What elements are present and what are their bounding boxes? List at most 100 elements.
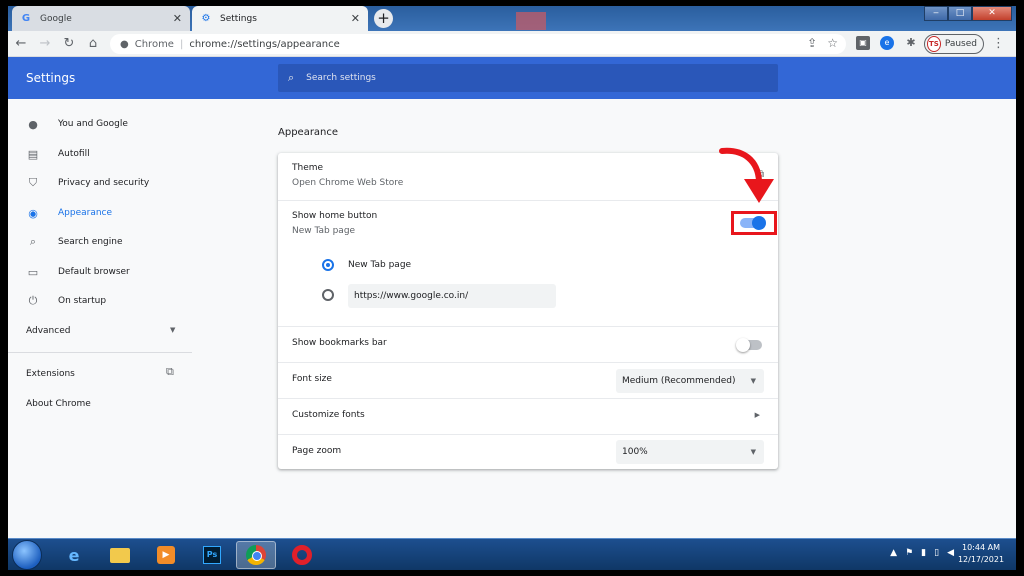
window-controls: ‒ □ ✕ [924,6,1012,22]
avatar: TS [927,36,941,52]
sidebar-item-label: Appearance [58,208,113,218]
sidebar-divider [8,352,192,353]
folder-icon [110,547,130,563]
forward-arrow-icon[interactable]: → [34,36,56,51]
font-size-label: Font size [292,374,332,384]
chevron-right-icon: ▶ [754,411,760,419]
chrome-site-icon: ● [120,38,129,50]
new-tab-radio-label[interactable]: New Tab page [348,260,411,270]
windows-taskbar: e ▶ Ps ▲ ⚑ ▮ ▯ ◀ 10:44 AM 12/17/2021 [8,538,1016,570]
settings-header: Settings ⌕ [8,57,1016,99]
font-size-row: Font size Medium (Recommended) ▼ [278,362,778,398]
sidebar-item-label: On startup [58,296,107,306]
sidebar-item-search-engine[interactable]: ⌕ Search engine [8,229,200,255]
url-text: chrome://settings/appearance [189,38,340,50]
new-tab-radio[interactable] [322,259,334,271]
appearance-card: Theme Open Chrome Web Store ⧉ Show home … [278,147,778,469]
battery-icon[interactable]: ▯ [934,548,939,558]
settings-content: ● You and Google ▤ Autofill ⛉ Privacy an… [8,99,1016,538]
sidebar-item-on-startup[interactable]: ⏻ On startup [8,288,200,314]
close-tab-icon[interactable]: ✕ [173,12,182,25]
sidebar-item-label: Default browser [58,267,130,277]
search-icon: ⌕ [288,71,295,84]
profile-status: Paused [944,39,977,49]
bookmarks-bar-toggle[interactable] [736,338,762,352]
tab-settings[interactable]: ⚙ Settings ✕ [192,6,368,31]
new-tab-button[interactable]: + [374,9,393,28]
google-g-icon: G [21,13,31,24]
taskbar-opera[interactable] [282,541,322,569]
sidebar-about-chrome[interactable]: About Chrome [26,399,91,409]
blue-extension-icon[interactable]: e [880,36,894,50]
sidebar-item-default-browser[interactable]: ▭ Default browser [8,259,200,285]
search-bar[interactable]: ⌕ [278,64,778,92]
taskbar-file-explorer[interactable] [100,541,140,569]
theme-label: Theme [292,163,324,173]
theme-sub: Open Chrome Web Store [292,178,404,188]
profile-button[interactable]: TS Paused [924,34,984,54]
sidebar-item-appearance[interactable]: ◉ Appearance [8,200,200,226]
red-arrow-annotation [719,147,774,203]
screenshot-extension-icon[interactable]: ▣ [856,36,870,50]
page-zoom-select[interactable]: 100% ▼ [616,440,764,464]
start-button[interactable] [12,540,42,570]
network-icon[interactable]: ▮ [921,548,926,558]
customize-fonts-row[interactable]: Customize fonts ▶ [278,398,778,434]
font-size-value: Medium (Recommended) [622,376,736,386]
close-tab-icon[interactable]: ✕ [351,12,360,25]
address-bar[interactable]: ● Chrome | chrome://settings/appearance … [110,34,846,54]
clock-date: 12/17/2021 [957,555,1005,564]
tab-strip: G Google ✕ ⚙ Settings ✕ + ‒ □ ✕ [8,6,1016,31]
volume-icon[interactable]: ◀ [947,548,954,558]
sidebar-item-label: Privacy and security [58,178,150,188]
taskbar-chrome[interactable] [236,541,276,569]
sidebar-item-label: Search engine [58,237,123,247]
bookmarks-bar-row[interactable]: Show bookmarks bar [278,326,778,362]
site-chip: Chrome [134,38,174,50]
back-arrow-icon[interactable]: ← [10,36,32,51]
power-icon: ⏻ [28,294,38,307]
sidebar-advanced[interactable]: Advanced [26,326,182,336]
theme-row[interactable]: Theme Open Chrome Web Store ⧉ [278,153,778,200]
chevron-down-icon: ▼ [750,377,756,385]
clipboard-icon: ▤ [27,147,39,161]
font-size-select[interactable]: Medium (Recommended) ▼ [616,369,764,393]
extensions-area: ▣ e ✱ [856,36,918,50]
taskbar-clock[interactable]: 10:44 AM 12/17/2021 [956,542,1006,566]
maximize-button[interactable]: □ [948,6,972,21]
sidebar-item-label: Autofill [58,149,90,159]
photoshop-icon: Ps [203,546,221,564]
sidebar-extensions[interactable]: Extensions [26,369,75,379]
custom-url-input[interactable] [348,284,556,308]
sidebar: ● You and Google ▤ Autofill ⛉ Privacy an… [8,99,200,538]
browser-toolbar: ← → ↻ ⌂ ● Chrome | chrome://settings/app… [8,31,1016,57]
sidebar-item-autofill[interactable]: ▤ Autofill [8,141,200,167]
flag-icon[interactable]: ⚑ [905,548,913,558]
media-player-icon: ▶ [157,546,175,564]
more-menu-icon[interactable]: ⋮ [992,36,1005,51]
sidebar-item-you-and-google[interactable]: ● You and Google [8,111,200,137]
background-window-artifact [516,12,546,30]
bookmark-star-icon[interactable]: ☆ [827,36,838,50]
tab-google[interactable]: G Google ✕ [12,6,190,31]
share-icon[interactable]: ⇪ [807,36,817,50]
page-title: Settings [26,71,76,85]
taskbar-internet-explorer[interactable]: e [54,541,94,569]
clock-time: 10:44 AM [962,543,1000,552]
custom-url-radio[interactable] [322,289,334,301]
taskbar-media-player[interactable]: ▶ [146,541,186,569]
sidebar-item-privacy[interactable]: ⛉ Privacy and security [8,170,200,196]
chevron-down-icon[interactable]: ▼ [170,326,175,334]
puzzle-icon[interactable]: ✱ [904,36,918,50]
reload-icon[interactable]: ↻ [58,36,80,51]
search-input[interactable] [306,73,747,83]
open-in-new-icon[interactable]: ⧉ [166,365,179,378]
show-hidden-icons-icon[interactable]: ▲ [890,548,897,558]
chrome-icon [246,545,266,565]
shield-icon: ⛉ [28,176,38,189]
home-icon[interactable]: ⌂ [82,36,104,51]
minimize-button[interactable]: ‒ [924,6,948,21]
close-window-button[interactable]: ✕ [972,6,1012,21]
taskbar-photoshop[interactable]: Ps [192,541,232,569]
palette-icon: ◉ [28,206,38,220]
